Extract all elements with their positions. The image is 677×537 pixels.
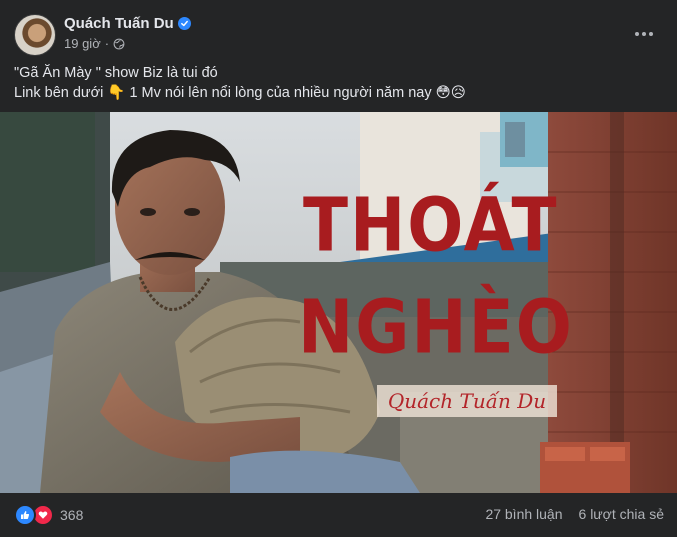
reaction-summary[interactable]: 368: [14, 504, 83, 526]
mv-artist-banner: Quách Tuấn Du: [377, 385, 557, 417]
verified-badge-icon: [177, 17, 191, 30]
mv-artist-name: Quách Tuấn Du: [387, 389, 547, 413]
globe-icon[interactable]: [113, 38, 125, 50]
share-count[interactable]: 6 lượt chia sẻ: [579, 506, 664, 522]
author-name[interactable]: Quách Tuấn Du: [64, 15, 174, 32]
reaction-count: 368: [60, 507, 84, 523]
mv-title-line-1: THOÁT: [303, 182, 559, 269]
caption-line-2: Link bên dưới 👇 1 Mv nói lên nổi lòng củ…: [14, 85, 466, 101]
like-reaction-icon: [14, 504, 36, 526]
post-footer: 368 27 bình luận 6 lượt chia sẻ: [14, 502, 664, 528]
post-stats: 27 bình luận 6 lượt chia sẻ: [485, 506, 664, 522]
post-time[interactable]: 19 giờ: [64, 36, 101, 51]
meta-dot: ·: [104, 36, 110, 51]
author-name-row: Quách Tuấn Du: [64, 15, 191, 32]
more-options-icon[interactable]: [630, 20, 658, 48]
post-meta: 19 giờ ·: [64, 36, 125, 51]
caption-line-1: "Gã Ăn Mày " show Biz là tui đó: [14, 65, 218, 81]
post-image[interactable]: THOÁT NGHÈO Quách Tuấn Du: [0, 112, 677, 493]
facebook-post: Quách Tuấn Du 19 giờ · "Gã Ăn Mày " show…: [0, 0, 677, 537]
post-caption: "Gã Ăn Mày " show Biz là tui đó Link bên…: [14, 63, 664, 103]
comment-count[interactable]: 27 bình luận: [485, 506, 562, 522]
mv-title-line-2: NGHÈO: [298, 284, 574, 371]
post-header: Quách Tuấn Du 19 giờ ·: [14, 14, 664, 56]
author-avatar[interactable]: [14, 14, 56, 56]
